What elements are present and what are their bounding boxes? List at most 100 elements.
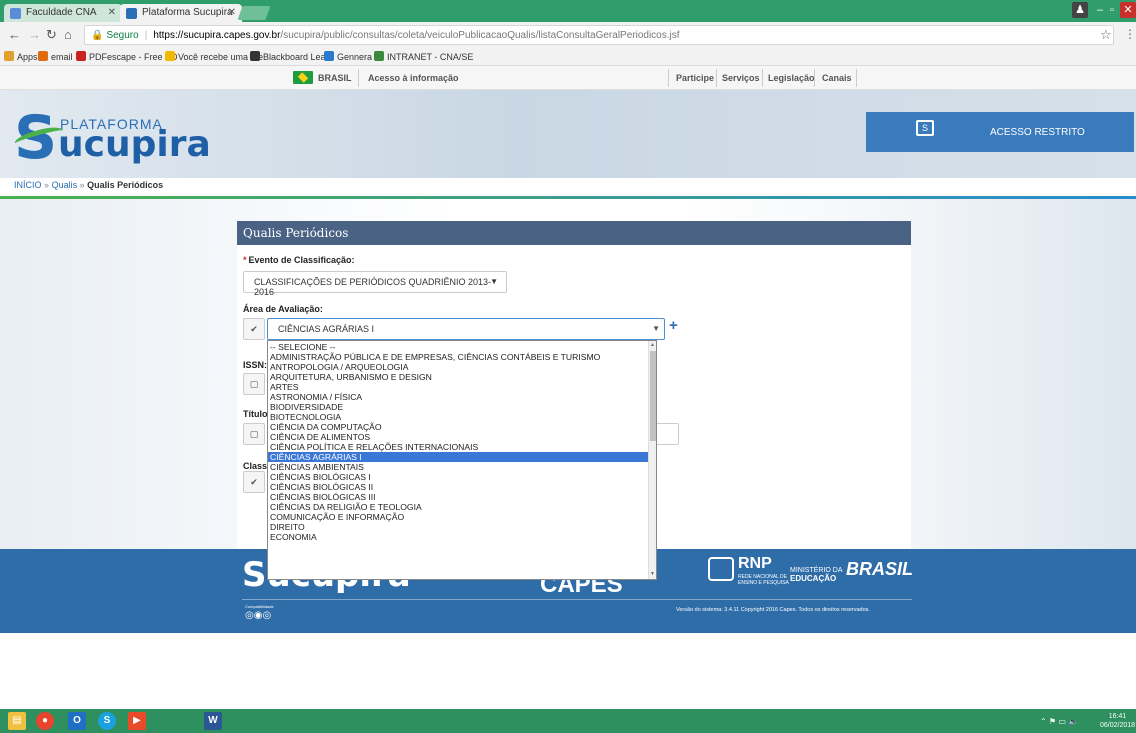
dropdown-option[interactable]: ARTES: [268, 382, 648, 392]
dropdown-option[interactable]: CIÊNCIAS DA RELIGIÃO E TEOLOGIA: [268, 502, 648, 512]
taskbar-clock[interactable]: 16:41 06/02/2018: [1100, 712, 1135, 730]
bookmark-gennera[interactable]: Gennera: [324, 51, 372, 62]
forward-arrow-icon[interactable]: →: [28, 27, 41, 42]
titulo-label: Título: [243, 409, 268, 419]
bookmark-star-icon[interactable]: ☆: [1100, 27, 1112, 43]
maximize-icon[interactable]: ▫: [1106, 2, 1118, 18]
form-title: Qualis Periódicos: [237, 221, 911, 245]
scrollbar-thumb[interactable]: [650, 351, 656, 441]
dropdown-option[interactable]: CIÊNCIAS AMBIENTAIS: [268, 462, 648, 472]
brasil-link[interactable]: BRASIL: [318, 73, 352, 83]
windows-icon: [165, 51, 175, 61]
dropdown-option[interactable]: BIODIVERSIDADE: [268, 402, 648, 412]
canais-link[interactable]: Canais: [822, 73, 852, 83]
reload-icon[interactable]: ↻: [46, 27, 57, 43]
participe-link[interactable]: Participe: [676, 73, 714, 83]
acesso-informacao-link[interactable]: Acesso à informação: [368, 73, 459, 83]
pdfescape-icon: [76, 51, 86, 61]
url-input[interactable]: 🔒 Seguro | https://sucupira.capes.gov.br/su…: [84, 25, 1114, 45]
classificacao-checkbox[interactable]: ✔: [243, 471, 265, 493]
acesso-restrito-button[interactable]: S ACESSO RESTRITO: [866, 112, 1134, 152]
tab-title: Plataforma Sucupira: [142, 7, 233, 18]
site-favicon-icon: [10, 8, 21, 19]
home-icon[interactable]: ⌂: [64, 27, 72, 42]
user-profile-icon[interactable]: ♟: [1072, 2, 1088, 18]
media-icon[interactable]: ▶: [128, 712, 146, 730]
dropdown-option[interactable]: CIÊNCIA DA COMPUTAÇÃO: [268, 422, 648, 432]
skype-icon[interactable]: S: [98, 712, 116, 730]
legislacao-link[interactable]: Legislação: [768, 73, 815, 83]
site-header: S PLATAFORMA ucupira S ACESSO RESTRITO: [0, 90, 1136, 178]
classificacao-label: Class: [243, 461, 268, 471]
evento-classificacao-select[interactable]: CLASSIFICAÇÕES DE PERIÓDICOS QUADRIÊNIO …: [243, 271, 507, 297]
secure-label: Seguro: [106, 30, 139, 41]
bookmark-voce-recebe[interactable]: Você recebe uma me: [165, 51, 263, 62]
minimize-icon[interactable]: –: [1094, 2, 1106, 18]
dropdown-option[interactable]: CIÊNCIAS BIOLÓGICAS I: [268, 472, 648, 482]
dropdown-option[interactable]: BIOTECNOLOGIA: [268, 412, 648, 422]
new-tab-button[interactable]: [237, 6, 271, 20]
bookmark-blackboard[interactable]: Blackboard Learn: [250, 51, 334, 62]
titulo-checkbox[interactable]: ▢: [243, 423, 265, 445]
footer-rnp-logo: RNP REDE NACIONAL DE ENSINO E PESQUISA: [708, 555, 789, 589]
bookmark-intranet[interactable]: INTRANET - CNA/SE: [374, 51, 473, 62]
close-tab-icon[interactable]: ✕: [108, 7, 116, 18]
dropdown-option[interactable]: -- SELECIONE --: [268, 342, 648, 352]
chevron-down-icon: ▼: [490, 277, 498, 286]
dropdown-option[interactable]: DIREITO: [268, 522, 648, 532]
area-checkbox[interactable]: ✔: [243, 318, 265, 340]
chrome-icon[interactable]: ●: [36, 712, 54, 730]
dropdown-option[interactable]: ASTRONOMIA / FÍSICA: [268, 392, 648, 402]
gov-bar: BRASIL Acesso à informação Participe Ser…: [0, 66, 1136, 90]
area-avaliacao-dropdown-list[interactable]: -- SELECIONE -- ADMINISTRAÇÃO PÚBLICA E D…: [267, 340, 657, 580]
evento-label: * Evento de Classificação:: [243, 255, 355, 265]
close-window-icon[interactable]: ✕: [1120, 2, 1136, 18]
dropdown-option[interactable]: CIÊNCIAS BIOLÓGICAS II: [268, 482, 648, 492]
lock-icon: 🔒: [91, 30, 104, 41]
brazil-flag-icon: [293, 71, 313, 84]
browser-compat-icons: ◎◉◎: [245, 610, 272, 621]
office-icon: [38, 51, 48, 61]
menu-kebab-icon[interactable]: ⋮: [1124, 27, 1136, 41]
dropdown-option[interactable]: CIÊNCIAS BIOLÓGICAS III: [268, 492, 648, 502]
back-arrow-icon[interactable]: ←: [8, 27, 21, 42]
dropdown-option[interactable]: COMUNICAÇÃO E INFORMAÇÃO: [268, 512, 648, 522]
footer-version: Versão do sistema: 3.4.11 Copyright 2016…: [676, 607, 870, 613]
dropdown-option[interactable]: CIÊNCIA POLÍTICA E RELAÇÕES INTERNACIONA…: [268, 442, 648, 452]
breadcrumb-qualis[interactable]: Qualis: [52, 180, 78, 190]
add-area-button[interactable]: +: [669, 317, 678, 334]
area-label: Área de Avaliação:: [243, 304, 323, 314]
chevron-down-icon: ▼: [652, 324, 660, 333]
tab-plataforma-sucupira[interactable]: Plataforma Sucupira ✕: [120, 4, 242, 22]
dropdown-option[interactable]: ECONOMIA: [268, 532, 648, 542]
scroll-up-icon[interactable]: ▲: [650, 342, 655, 348]
breadcrumb-inicio[interactable]: INÍCIO: [14, 180, 42, 190]
system-tray-icons[interactable]: ⌃ ⚑ ▭ 🔈: [1040, 717, 1078, 726]
rnp-icon: [708, 557, 734, 581]
dropdown-scrollbar[interactable]: ▲ ▼: [648, 341, 656, 579]
apps-grid-icon: [4, 51, 14, 61]
file-explorer-icon[interactable]: ▤: [8, 712, 26, 730]
scroll-down-icon[interactable]: ▼: [650, 571, 655, 577]
servicos-link[interactable]: Serviços: [722, 73, 760, 83]
word-icon[interactable]: W: [204, 712, 222, 730]
bookmark-pdfescape[interactable]: PDFescape - Free PD: [76, 51, 178, 62]
monitor-icon: S: [916, 120, 934, 136]
issn-checkbox[interactable]: ▢: [243, 373, 265, 395]
close-tab-icon[interactable]: ✕: [228, 7, 236, 18]
dropdown-option[interactable]: ARQUITETURA, URBANISMO E DESIGN: [268, 372, 648, 382]
dropdown-option[interactable]: CIÊNCIA DE ALIMENTOS: [268, 432, 648, 442]
titulo-input[interactable]: [657, 423, 679, 445]
bookmark-email[interactable]: email: [38, 51, 73, 62]
dropdown-option[interactable]: ANTROPOLOGIA / ARQUEOLOGIA: [268, 362, 648, 372]
footer-compatibility: Compatibilidade ◎◉◎: [245, 604, 274, 621]
tab-faculdade-cna[interactable]: Faculdade CNA ✕: [4, 4, 122, 22]
logo-ucupira: ucupira: [58, 124, 211, 165]
gennera-icon: [324, 51, 334, 61]
dropdown-option[interactable]: CIÊNCIAS AGRÁRIAS I: [268, 452, 648, 462]
footer-mec-logo: MINISTÉRIO DA EDUCAÇÃO: [790, 567, 843, 583]
dropdown-option[interactable]: ADMINISTRAÇÃO PÚBLICA E DE EMPRESAS, CIÊ…: [268, 352, 648, 362]
outlook-icon[interactable]: O: [68, 712, 86, 730]
bookmark-apps[interactable]: Apps: [4, 51, 38, 62]
area-avaliacao-select[interactable]: CIÊNCIAS AGRÁRIAS I ▼: [267, 318, 665, 340]
